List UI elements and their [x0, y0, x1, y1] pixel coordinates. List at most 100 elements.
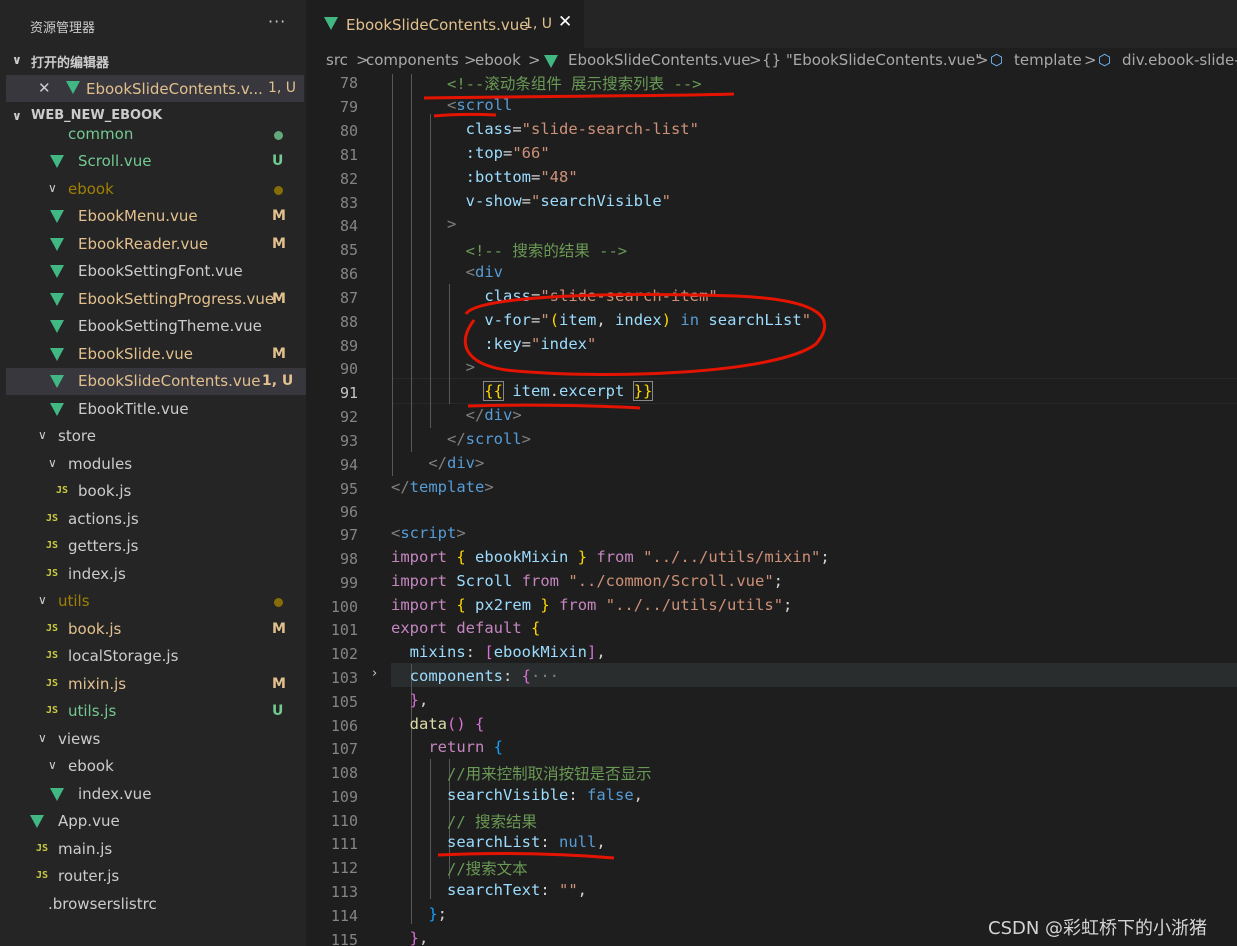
tree-file[interactable]: EbookSettingProgress.vue M [0, 286, 306, 313]
code-line: searchText: "", [447, 881, 588, 899]
code-line: <scroll [447, 96, 513, 114]
tree-file[interactable]: EbookTitle.vue [0, 396, 306, 423]
tab-status: 1, U [524, 16, 553, 32]
tree-folder[interactable]: ∨ utils [0, 588, 306, 615]
vue-file-icon [50, 265, 64, 278]
code-line: :key="index" [484, 335, 597, 353]
vue-file-icon [50, 348, 64, 361]
chevron-down-icon[interactable]: ∨ [48, 758, 57, 772]
tree-file[interactable]: EbookSettingFont.vue [0, 258, 306, 285]
js-file-icon: JS [36, 843, 49, 854]
tree-file[interactable]: App.vue [0, 808, 306, 835]
line-number: 93 [339, 432, 358, 450]
line-number: 94 [339, 456, 358, 474]
more-actions-icon[interactable]: ··· [268, 12, 286, 31]
tree-file[interactable]: JS actions.js [0, 506, 306, 533]
line-number: 91 [339, 384, 358, 402]
line-number: 103 [330, 669, 358, 687]
tree-file[interactable]: JS index.js [0, 561, 306, 588]
tree-file[interactable]: JS utils.js U [0, 698, 306, 725]
breadcrumb-item[interactable]: ebook [475, 51, 521, 69]
tree-folder[interactable]: ∨ store [0, 423, 306, 450]
breadcrumb-item[interactable]: div.ebook-slide- [1122, 51, 1237, 69]
chevron-down-icon[interactable]: ∨ [38, 731, 47, 745]
breadcrumb-item[interactable]: template [1014, 51, 1082, 69]
tree-folder[interactable]: common [0, 121, 306, 148]
line-number: 81 [339, 146, 358, 164]
breadcrumb-separator: > [976, 51, 989, 69]
js-file-icon: JS [46, 705, 59, 716]
code-editor[interactable]: › 78 79 80 81 82 83 84 85 86 87 88 89 90 91 92 93 94 95 96… [306, 74, 1237, 946]
tree-file[interactable]: JS main.js [0, 836, 306, 863]
tree-item-label: localStorage.js [68, 647, 179, 665]
line-number: 113 [330, 883, 358, 901]
close-icon[interactable]: ✕ [38, 79, 51, 97]
open-editors-label: 打开的编辑器 [31, 56, 110, 71]
fold-expand-icon[interactable]: › [372, 666, 377, 681]
tree-item-label: ebook [68, 180, 114, 198]
tree-file[interactable]: EbookMenu.vue M [0, 203, 306, 230]
tree-file[interactable]: index.vue [0, 781, 306, 808]
tree-item-label: EbookSlide.vue [78, 345, 194, 363]
line-number: 83 [339, 194, 358, 212]
tree-folder[interactable]: ∨ ebook [0, 176, 306, 203]
open-editor-item[interactable]: ✕ EbookSlideContents.v... 1, U [6, 75, 304, 102]
tree-folder[interactable]: ∨ views [0, 726, 306, 753]
explorer-title: 资源管理器 [30, 21, 96, 36]
tree-item-label: EbookReader.vue [78, 235, 209, 253]
line-number: 90 [339, 360, 358, 378]
line-number: 89 [339, 337, 358, 355]
tree-item-label: getters.js [68, 537, 139, 555]
breadcrumb: src > components > ebook > EbookSlideCon… [306, 48, 1237, 74]
tree-item-label: index.js [68, 565, 126, 583]
tree-file[interactable]: JS localStorage.js [0, 643, 306, 670]
tree-file[interactable]: JS router.js [0, 863, 306, 890]
tree-file[interactable]: JS book.js [0, 478, 306, 505]
breadcrumb-item[interactable]: EbookSlideContents.vue [568, 51, 751, 69]
chevron-down-icon: ∨ [12, 53, 22, 67]
breadcrumb-item[interactable]: components [366, 51, 459, 69]
chevron-down-icon[interactable]: ∨ [48, 181, 57, 195]
git-status-badge: U [272, 153, 284, 169]
git-status-badge: M [272, 208, 286, 224]
tree-folder[interactable]: ∨ modules [0, 451, 306, 478]
js-file-icon: JS [46, 623, 59, 634]
tree-file[interactable]: EbookReader.vue M [0, 231, 306, 258]
code-line: class="slide-search-list" [465, 120, 699, 138]
open-editors-header[interactable]: ∨ 打开的编辑器 [0, 48, 306, 74]
tree-file[interactable]: JS mixin.js M [0, 671, 306, 698]
git-status-badge: M [272, 676, 286, 692]
code-line: components: {··· [409, 667, 560, 685]
open-editor-status: 1, U [268, 80, 297, 96]
line-number: 96 [339, 503, 358, 521]
code-line: :bottom="48" [465, 168, 578, 186]
line-number: 98 [339, 550, 358, 568]
breadcrumb-item[interactable]: src [326, 51, 348, 69]
explorer-sidebar: 资源管理器 ··· ∨ 打开的编辑器 ✕ EbookSlideContents.… [0, 0, 306, 946]
breadcrumb-item[interactable]: {} "EbookSlideContents.vue" [762, 51, 982, 69]
tree-file[interactable]: Scroll.vue U [0, 148, 306, 175]
annotation-underline [433, 112, 497, 118]
tree-file[interactable]: EbookSlide.vue M [0, 341, 306, 368]
code-line: {{ item.excerpt }} [483, 381, 654, 401]
line-number: 115 [330, 931, 358, 946]
tab-ebookslidecontents[interactable]: EbookSlideContents.vue 1, U ✕ [306, 0, 584, 48]
tree-item-label: EbookTitle.vue [78, 400, 189, 418]
code-line: class="slide-search-item" [484, 287, 718, 305]
vue-file-icon [544, 55, 558, 68]
tree-folder[interactable]: ∨ ebook [0, 753, 306, 780]
tree-file[interactable]: .browserslistrc [0, 891, 306, 918]
chevron-down-icon[interactable]: ∨ [38, 428, 47, 442]
line-number: 102 [330, 645, 358, 663]
close-icon[interactable]: ✕ [558, 12, 572, 32]
breadcrumb-separator: > [1084, 51, 1097, 69]
js-file-icon: JS [46, 513, 59, 524]
open-editor-name: EbookSlideContents.v... [86, 80, 263, 98]
tree-file[interactable]: JS getters.js [0, 533, 306, 560]
chevron-down-icon[interactable]: ∨ [48, 456, 57, 470]
tree-file[interactable]: EbookSettingTheme.vue [0, 313, 306, 340]
tree-file[interactable]: JS book.js M [0, 616, 306, 643]
js-file-icon: JS [56, 485, 69, 496]
chevron-down-icon[interactable]: ∨ [38, 593, 47, 607]
tree-file[interactable]: EbookSlideContents.vue 1, U [6, 368, 306, 395]
